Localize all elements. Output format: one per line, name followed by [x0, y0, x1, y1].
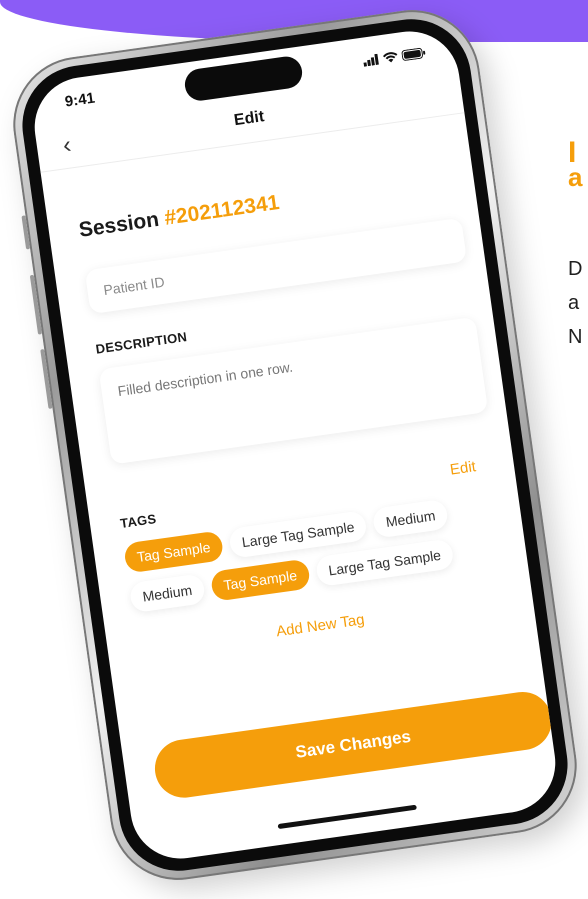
- status-time: 9:41: [63, 89, 96, 111]
- phone-mockup: 9:41 ‹ Edit Session #202112341 Patient I…: [4, 1, 586, 889]
- tag-chip[interactable]: Medium: [371, 498, 450, 539]
- tag-chip[interactable]: Tag Sample: [123, 530, 225, 574]
- session-label: Session: [77, 207, 161, 242]
- tags-label: TAGS: [119, 511, 158, 532]
- cropped-heading-letter-2: a: [568, 162, 583, 192]
- wifi-icon: [382, 49, 399, 69]
- battery-icon: [401, 45, 427, 66]
- session-heading: Session #202112341: [77, 191, 280, 243]
- edit-tags-link[interactable]: Edit: [449, 458, 477, 478]
- cropped-body-letter-1: D: [568, 258, 583, 280]
- description-label: DESCRIPTION: [94, 329, 189, 357]
- tag-chip[interactable]: Tag Sample: [209, 558, 311, 602]
- cropped-body-letter-3: N: [568, 326, 583, 348]
- mute-switch: [21, 215, 31, 250]
- tag-chip[interactable]: Medium: [128, 573, 206, 614]
- volume-down-button: [40, 348, 53, 409]
- tag-chip[interactable]: Large Tag Sample: [227, 510, 369, 559]
- status-icons: [362, 45, 427, 72]
- session-id: #202112341: [162, 190, 281, 230]
- volume-up-button: [29, 274, 43, 335]
- cropped-body-letter-2: a: [568, 292, 580, 314]
- tag-chip[interactable]: Large Tag Sample: [314, 538, 455, 588]
- app-screen: 9:41 ‹ Edit Session #202112341 Patient I…: [28, 25, 562, 865]
- signal-icon: [362, 52, 380, 72]
